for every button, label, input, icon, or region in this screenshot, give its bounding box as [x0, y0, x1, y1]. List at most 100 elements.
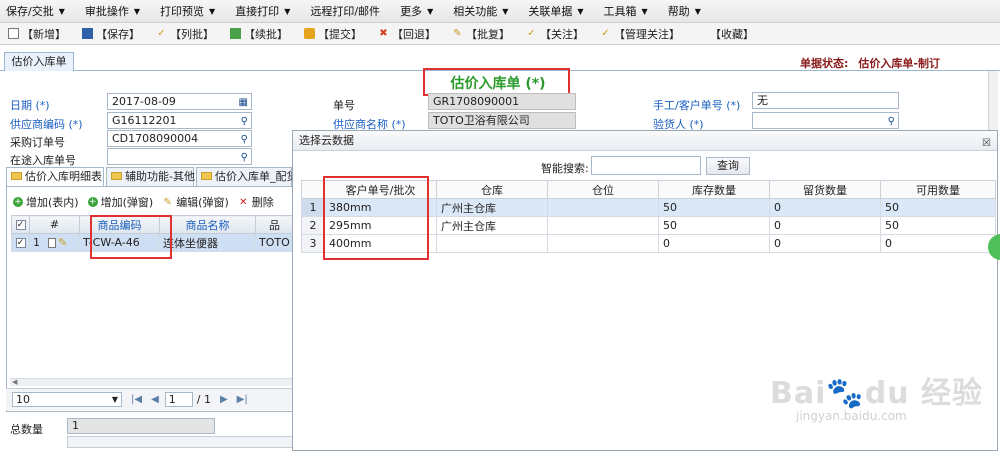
list-approve-button[interactable]: ✓ 【列批】	[156, 26, 214, 42]
submit-icon	[304, 28, 315, 39]
edit-popup-button[interactable]: ✎ 编辑(弹窗)	[162, 194, 228, 210]
menu-label: 打印预览	[160, 5, 205, 18]
delete-button[interactable]: ✕ 删除	[238, 194, 274, 210]
row-checkbox[interactable]: ✓	[11, 233, 30, 252]
search-icon[interactable]: ⚲	[241, 114, 248, 128]
vertical-scrollbar[interactable]	[988, 71, 998, 131]
new-button[interactable]: 【新增】	[8, 26, 66, 42]
po-field[interactable]: CD1708090004 ⚲	[107, 130, 252, 147]
tab-allocation[interactable]: 估价入库单_配货	[196, 167, 298, 187]
warehouse-cell[interactable]	[436, 234, 548, 253]
query-button[interactable]: 查询	[706, 157, 750, 175]
bin-cell[interactable]	[547, 234, 659, 253]
menu-label: 相关功能	[453, 5, 498, 18]
menu-related-documents[interactable]: 关联单据 ▼	[528, 3, 583, 19]
transit-field[interactable]: ⚲	[107, 148, 252, 165]
warehouse-cell[interactable]: 广州主仓库	[436, 216, 548, 235]
available-qty-cell[interactable]: 50	[880, 198, 996, 217]
last-page-icon[interactable]: ▶|	[237, 394, 248, 405]
detail-toolbar: + 增加(表内) + 增加(弹窗) ✎ 编辑(弹窗) ✕ 删除	[7, 193, 283, 211]
row-number: 1	[301, 198, 325, 217]
table-row[interactable]: 1 380mm 广州主仓库 50 0 50	[301, 198, 996, 217]
batch-cell[interactable]: 380mm	[324, 198, 437, 217]
batch-cell[interactable]: 295mm	[324, 216, 437, 235]
extra-cell[interactable]: TOTO	[255, 233, 294, 252]
first-page-icon[interactable]: |◀	[131, 394, 142, 405]
submit-button[interactable]: 【提交】	[304, 26, 362, 42]
search-icon[interactable]: ⚲	[241, 150, 248, 164]
reserved-qty-cell[interactable]: 0	[769, 216, 881, 235]
next-page-icon[interactable]: ▶	[220, 394, 228, 405]
product-name-cell[interactable]: 连体坐便器	[159, 233, 256, 252]
table-row[interactable]: 2 295mm 广州主仓库 50 0 50	[301, 216, 996, 235]
menu-print-preview[interactable]: 打印预览 ▼	[160, 3, 215, 19]
page-size-select[interactable]: 10 ▼	[12, 392, 122, 407]
prev-page-icon[interactable]: ◀	[151, 394, 159, 405]
toolbar-label: 【回退】	[392, 27, 436, 41]
search-icon[interactable]: ⚲	[888, 114, 895, 128]
calendar-icon[interactable]: ▦	[239, 95, 248, 109]
chevron-down-icon: ▼	[427, 6, 434, 16]
supplier-code-label: 供应商编码 (*)	[10, 118, 83, 131]
manual-no-label: 手工/客户单号 (*)	[653, 99, 741, 112]
batch-cell[interactable]: 400mm	[324, 234, 437, 253]
manual-no-field[interactable]: 无	[752, 92, 899, 109]
save-icon	[82, 28, 93, 39]
reserved-qty-cell[interactable]: 0	[769, 234, 881, 253]
warehouse-cell[interactable]: 广州主仓库	[436, 198, 548, 217]
menu-related-functions[interactable]: 相关功能 ▼	[453, 3, 508, 19]
table-row[interactable]: ✓ 1 ✎ T-CW-A-46 连体坐便器 TOTO	[11, 233, 294, 252]
toolbar-label: 【收藏】	[710, 27, 754, 41]
add-popup-button[interactable]: + 增加(弹窗)	[87, 194, 153, 210]
status-label: 单据状态:	[800, 57, 849, 70]
check-icon: ✓	[157, 28, 166, 39]
available-qty-cell[interactable]: 0	[880, 234, 996, 253]
add-inline-button[interactable]: + 增加(表内)	[13, 194, 79, 210]
follow-button[interactable]: ✓ 【关注】	[526, 26, 584, 42]
edit-icon[interactable]: ✎	[58, 236, 67, 249]
reply-button[interactable]: ✎ 【批复】	[452, 26, 510, 42]
bin-cell[interactable]	[547, 198, 659, 217]
date-field[interactable]: 2017-08-09 ▦	[107, 93, 252, 110]
menu-direct-print[interactable]: 直接打印 ▼	[235, 3, 290, 19]
stock-qty-cell[interactable]: 50	[658, 216, 770, 235]
smart-search-input[interactable]	[591, 156, 701, 175]
select-all-checkbox[interactable]: ✓	[11, 215, 30, 234]
col-header-index: #	[29, 215, 80, 234]
po-value: CD1708090004	[112, 132, 199, 145]
tab-receipt-details[interactable]: 估价入库明细表	[6, 167, 104, 187]
menu-label: 保存/交批	[6, 5, 54, 18]
continue-approve-button[interactable]: 【续批】	[230, 26, 288, 42]
save-button[interactable]: 【保存】	[82, 26, 140, 42]
menu-toolbox[interactable]: 工具箱 ▼	[604, 3, 648, 19]
menu-remote-print[interactable]: 远程打印/邮件	[310, 3, 380, 19]
reserved-qty-cell[interactable]: 0	[769, 198, 881, 217]
menu-help[interactable]: 帮助 ▼	[668, 3, 701, 19]
product-code-cell[interactable]: T-CW-A-46	[79, 233, 160, 252]
menu-more[interactable]: 更多 ▼	[400, 3, 433, 19]
tab-auxiliary-other[interactable]: 辅助功能-其他	[106, 167, 195, 187]
horizontal-scrollbar[interactable]: ◀	[10, 378, 292, 386]
tab-estimate-receipt[interactable]: 估价入库单	[4, 52, 74, 71]
available-qty-cell[interactable]: 50	[880, 216, 996, 235]
menu-approval[interactable]: 审批操作 ▼	[85, 3, 140, 19]
page-input[interactable]: 1	[164, 392, 193, 407]
tab-label: 估价入库明细表	[25, 170, 102, 183]
supplier-code-field[interactable]: G16112201 ⚲	[107, 112, 252, 129]
scroll-left-icon[interactable]: ◀	[12, 378, 17, 386]
rollback-button[interactable]: ✖ 【回退】	[378, 26, 436, 42]
row-number: 3	[301, 234, 325, 253]
search-icon[interactable]: ⚲	[241, 132, 248, 146]
menu-save-submit[interactable]: 保存/交批 ▼	[6, 3, 65, 19]
supplier-name-field: TOTO卫浴有限公司	[428, 112, 576, 129]
document-icon[interactable]	[48, 238, 56, 248]
inspector-field[interactable]: ⚲	[752, 112, 899, 129]
stock-qty-cell[interactable]: 50	[658, 198, 770, 217]
favorite-button[interactable]: 【收藏】	[696, 26, 754, 42]
close-icon[interactable]: ☒	[982, 134, 991, 154]
toolbar-label: 【续批】	[244, 27, 288, 41]
stock-qty-cell[interactable]: 0	[658, 234, 770, 253]
table-row[interactable]: 3 400mm 0 0 0	[301, 234, 996, 253]
manage-follow-button[interactable]: ✓ 【管理关注】	[600, 26, 680, 42]
bin-cell[interactable]	[547, 216, 659, 235]
